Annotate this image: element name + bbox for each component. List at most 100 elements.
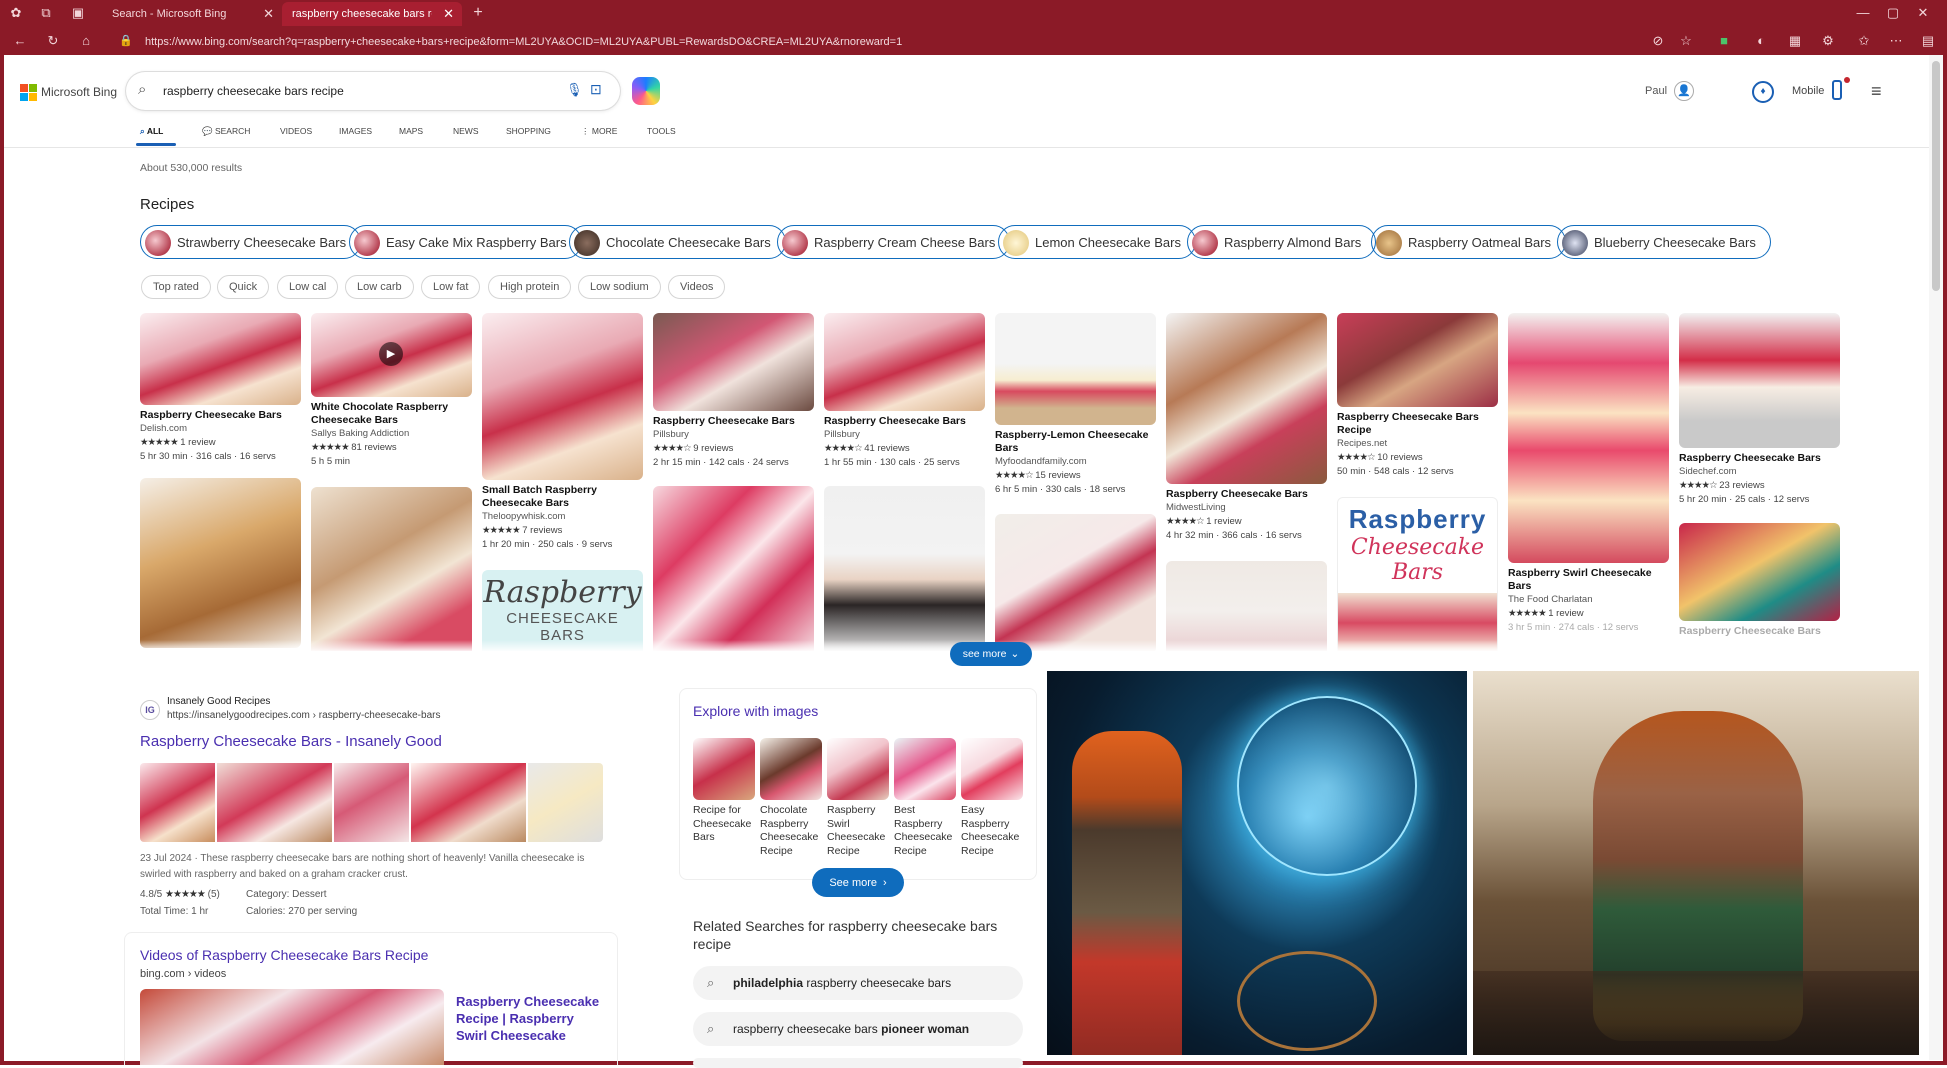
chip-blueberry[interactable]: Blueberry Cheesecake Bars	[1557, 225, 1771, 259]
bing-logo-text[interactable]: Microsoft Bing	[41, 85, 117, 99]
chip-lemon[interactable]: Lemon Cheesecake Bars	[998, 225, 1196, 259]
extension-m-icon[interactable]: ▦	[1787, 33, 1803, 49]
filter-videos[interactable]: Videos	[668, 275, 726, 299]
favorites-icon[interactable]: ✩	[1856, 33, 1872, 49]
recipe-image-tile[interactable]	[824, 486, 985, 651]
tab-maps[interactable]: MAPS	[399, 126, 423, 136]
search-box[interactable]: ⌕ raspberry cheesecake bars recipe 🎙 ⊡	[126, 72, 620, 110]
filter-low-cal[interactable]: Low cal	[277, 275, 339, 299]
filter-high-protein[interactable]: High protein	[488, 275, 572, 299]
sidebar-icon[interactable]: ▤	[1920, 33, 1936, 49]
address-bar[interactable]: https://www.bing.com/search?q=raspberry+…	[145, 33, 1685, 51]
tracking-icon[interactable]: ⊘	[1650, 33, 1666, 49]
tab-all[interactable]: ⌕ ALL	[140, 126, 163, 137]
chip-raspberry-oatmeal[interactable]: Raspberry Oatmeal Bars	[1371, 225, 1567, 259]
recipe-card[interactable]: Raspberry Cheesecake Bars Delish.com ★★★★★…	[140, 313, 301, 464]
scrollbar-thumb[interactable]	[1932, 61, 1940, 291]
search-icon[interactable]: ⌕	[138, 81, 146, 98]
workspaces-icon[interactable]: ⧉	[38, 5, 54, 21]
refresh-icon[interactable]: ↻	[45, 33, 61, 49]
tab-search[interactable]: 💬 SEARCH	[202, 126, 250, 137]
tab-raspberry[interactable]: raspberry cheesecake bars recipe ✕	[282, 2, 462, 26]
filter-top-rated[interactable]: Top rated	[141, 275, 211, 299]
recipe-card[interactable]: ▶ White Chocolate Raspberry Cheesecake Ba…	[311, 313, 472, 469]
result-url[interactable]: https://insanelygoodrecipes.com › raspbe…	[167, 710, 440, 721]
recipe-card[interactable]: Raspberry Cheesecake Bars Pillsbury ★★★★☆ …	[824, 313, 985, 470]
recipe-card[interactable]: Raspberry Cheesecake Bars Recipe Recipes.…	[1337, 313, 1498, 479]
recipe-card[interactable]: Raspberry Cheesecake Bars Sidechef.com ★★★…	[1679, 313, 1840, 507]
search-input[interactable]: raspberry cheesecake bars recipe	[163, 84, 344, 98]
related-search-item[interactable]: ⌕ philadelphia raspberry cheesecake bars	[693, 966, 1023, 1000]
explore-item[interactable]: Raspberry Swirl Cheesecake Recipe	[827, 738, 889, 858]
recipe-card[interactable]: Raspberry Cheesecake Bars MidwestLiving ★★…	[1166, 313, 1327, 543]
tab-news[interactable]: NEWS	[453, 126, 479, 136]
tab-shopping[interactable]: SHOPPING	[506, 126, 551, 136]
tab-videos[interactable]: VIDEOS	[280, 126, 312, 136]
copilot-icon[interactable]	[632, 77, 660, 105]
close-icon[interactable]: ✕	[263, 6, 274, 22]
chip-raspberry-almond[interactable]: Raspberry Almond Bars	[1187, 225, 1377, 259]
visual-search-icon[interactable]: ⊡	[590, 81, 602, 98]
recipe-card[interactable]: Raspberry Cheesecake Bars Pillsbury ★★★★☆ …	[653, 313, 814, 470]
menu-dots-icon[interactable]: ⋯	[1888, 33, 1904, 49]
recipe-image-tile[interactable]	[311, 487, 472, 651]
extensions-icon[interactable]: ⚙	[1820, 33, 1836, 49]
microphone-icon[interactable]: 🎙	[566, 82, 583, 98]
user-name[interactable]: Paul	[1645, 85, 1667, 97]
recipe-card[interactable]: Raspberry-Lemon Cheesecake Bars Myfoodand…	[995, 313, 1156, 497]
explore-item[interactable]: Easy Raspberry Cheesecake Recipe	[961, 738, 1023, 858]
new-tab-icon[interactable]: +	[470, 5, 486, 21]
recipe-image-tile[interactable]: Raspberry Cheesecake Bars	[1679, 523, 1840, 638]
profile-icon[interactable]: ✿	[8, 5, 24, 21]
filter-low-sodium[interactable]: Low sodium	[578, 275, 661, 299]
video-title-link[interactable]: Raspberry Cheesecake Recipe | Raspberry …	[456, 993, 606, 1044]
related-search-item[interactable]: ⌕ raspberry cheesecake bars pioneer woman	[693, 1012, 1023, 1046]
fantasy-image-astronomer[interactable]	[1047, 671, 1467, 1055]
tab-tools[interactable]: TOOLS	[647, 126, 676, 136]
maximize-icon[interactable]: ▢	[1885, 5, 1901, 21]
recipe-image-tile[interactable]	[995, 514, 1156, 651]
chip-raspberry-cream[interactable]: Raspberry Cream Cheese Bars	[777, 225, 1011, 259]
back-icon[interactable]: ←	[12, 33, 28, 49]
favorite-star-icon[interactable]: ☆	[1678, 33, 1694, 49]
avatar-icon[interactable]: 👤	[1674, 81, 1694, 101]
tab-images[interactable]: IMAGES	[339, 126, 372, 136]
extension-icon[interactable]: ◐	[1753, 33, 1769, 49]
filter-low-fat[interactable]: Low fat	[421, 275, 481, 299]
close-window-icon[interactable]: ✕	[1915, 5, 1931, 21]
recipe-image-tile[interactable]	[653, 486, 814, 651]
explore-see-more-button[interactable]: See more ›	[812, 868, 904, 897]
close-icon[interactable]: ✕	[443, 6, 454, 22]
home-icon[interactable]: ⌂	[78, 33, 94, 49]
extension-check-icon[interactable]: ■	[1716, 33, 1732, 49]
hamburger-menu-icon[interactable]: ≡	[1871, 82, 1882, 100]
rewards-icon[interactable]: ♦	[1752, 81, 1774, 103]
related-search-item-partial[interactable]	[693, 1058, 1023, 1068]
tab-actions-icon[interactable]: ▣	[70, 5, 86, 21]
explore-item[interactable]: Recipe for Cheesecake Bars	[693, 738, 755, 845]
minimize-icon[interactable]: —	[1855, 5, 1871, 21]
chip-easy-cake-mix[interactable]: Easy Cake Mix Raspberry Bars	[349, 225, 582, 259]
recipe-image-tile[interactable]	[140, 478, 301, 648]
mobile-label[interactable]: Mobile	[1792, 85, 1824, 97]
chip-strawberry[interactable]: Strawberry Cheesecake Bars	[140, 225, 362, 259]
tab-more[interactable]: ⋮ MORE	[581, 126, 617, 137]
filter-low-carb[interactable]: Low carb	[345, 275, 414, 299]
fantasy-image-warrior[interactable]	[1473, 671, 1919, 1055]
result-image-strip[interactable]	[140, 763, 603, 842]
result-title-link[interactable]: Raspberry Cheesecake Bars - Insanely Goo…	[140, 733, 442, 750]
play-icon[interactable]: ▶	[379, 342, 403, 366]
recipe-image-tile[interactable]	[1166, 561, 1327, 651]
explore-item[interactable]: Best Raspberry Cheesecake Recipe	[894, 738, 956, 858]
explore-item[interactable]: Chocolate Raspberry Cheesecake Recipe	[760, 738, 822, 858]
recipe-banner-tile[interactable]: Raspberry Cheesecake Bars	[1337, 497, 1498, 651]
mobile-phone-icon[interactable]	[1832, 80, 1842, 100]
scrollbar[interactable]	[1929, 55, 1943, 1060]
recipe-banner-tile[interactable]: Raspberry CHEESECAKE BARS	[482, 570, 643, 651]
video-thumbnail[interactable]	[140, 989, 444, 1065]
recipe-card[interactable]: Raspberry Swirl Cheesecake Bars The Food …	[1508, 313, 1669, 635]
chip-chocolate[interactable]: Chocolate Cheesecake Bars	[569, 225, 786, 259]
tab-search-bing[interactable]: Search - Microsoft Bing ✕	[102, 2, 282, 26]
filter-quick[interactable]: Quick	[217, 275, 270, 299]
recipe-card[interactable]: Small Batch Raspberry Cheesecake Bars The…	[482, 313, 643, 552]
